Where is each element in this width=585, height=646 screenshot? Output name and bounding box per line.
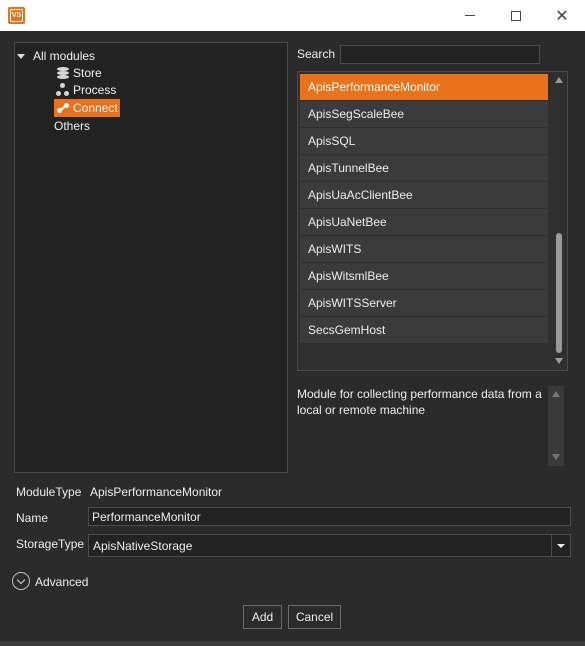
tree-item-label: Connect xyxy=(73,101,118,115)
module-list-item[interactable]: SecsGemHost xyxy=(300,317,548,343)
description-scrollbar[interactable] xyxy=(548,386,564,466)
module-type-value: ApisPerformanceMonitor xyxy=(90,485,223,499)
tree-item-all-modules[interactable]: All modules xyxy=(17,47,95,65)
process-icon xyxy=(56,83,70,97)
advanced-expand-button[interactable] xyxy=(12,572,30,590)
database-icon xyxy=(56,66,70,80)
tree-item-label: Process xyxy=(73,83,117,97)
tree-item-label: Others xyxy=(54,119,91,133)
minimize-icon xyxy=(465,15,475,16)
module-list[interactable]: ApisPerformanceMonitor ApisSegScaleBee A… xyxy=(297,71,568,371)
connect-icon xyxy=(56,101,70,115)
module-list-item[interactable]: ApisWitsmlBee xyxy=(300,263,548,289)
close-button[interactable]: ✕ xyxy=(539,0,585,31)
module-list-scrollbar[interactable] xyxy=(552,73,566,369)
close-icon: ✕ xyxy=(555,6,569,25)
name-input[interactable] xyxy=(88,507,571,526)
scroll-down-arrow-icon[interactable] xyxy=(555,358,563,364)
tree-item-connect[interactable]: Connect xyxy=(54,99,120,117)
maximize-button[interactable] xyxy=(493,0,539,31)
storage-type-value: ApisNativeStorage xyxy=(93,539,193,553)
scrollbar-thumb[interactable] xyxy=(556,233,562,353)
collapse-arrow-icon[interactable] xyxy=(17,52,25,60)
search-label: Search xyxy=(297,47,336,61)
maximize-icon xyxy=(511,10,521,21)
advanced-label[interactable]: Advanced xyxy=(35,575,88,589)
title-bar: VS ✕ xyxy=(0,0,585,31)
module-list-item[interactable]: ApisTunnelBee xyxy=(300,155,548,181)
module-category-tree[interactable]: All modules Store Process Connect Others xyxy=(14,42,288,473)
module-list-item[interactable]: ApisWITSServer xyxy=(300,290,548,316)
search-input[interactable] xyxy=(340,45,540,64)
module-list-item[interactable]: ApisUaNetBee xyxy=(300,209,548,235)
tree-item-label: Store xyxy=(73,66,102,80)
module-list-item[interactable]: ApisSegScaleBee xyxy=(300,101,548,127)
tree-item-others[interactable]: Others xyxy=(54,117,90,135)
cancel-button[interactable]: Cancel xyxy=(288,605,341,629)
minimize-button[interactable] xyxy=(447,0,493,31)
module-list-item[interactable]: ApisSQL xyxy=(300,128,548,154)
tree-item-store[interactable]: Store xyxy=(56,64,102,82)
add-button[interactable]: Add xyxy=(243,605,282,629)
module-description: Module for collecting performance data f… xyxy=(297,387,542,417)
scroll-up-arrow-icon[interactable] xyxy=(555,77,563,83)
scroll-down-arrow-icon[interactable] xyxy=(552,454,560,460)
module-list-item[interactable]: ApisWITS xyxy=(300,236,548,262)
chevron-down-icon xyxy=(557,543,565,548)
chevron-down-icon xyxy=(16,575,26,584)
tree-item-process[interactable]: Process xyxy=(56,81,116,99)
storage-type-dropdown[interactable]: ApisNativeStorage xyxy=(88,534,571,557)
name-label: Name xyxy=(16,511,49,525)
module-list-item[interactable]: ApisUaAcClientBee xyxy=(300,182,548,208)
window-bottom-border xyxy=(0,641,585,646)
module-list-item[interactable]: ApisPerformanceMonitor xyxy=(300,74,548,100)
app-logo-icon: VS xyxy=(8,7,25,24)
dropdown-button[interactable] xyxy=(551,535,570,556)
module-type-label: ModuleType xyxy=(16,485,82,499)
scroll-up-arrow-icon[interactable] xyxy=(552,391,560,397)
storage-type-label: StorageType xyxy=(16,537,85,551)
tree-item-label: All modules xyxy=(33,49,96,63)
